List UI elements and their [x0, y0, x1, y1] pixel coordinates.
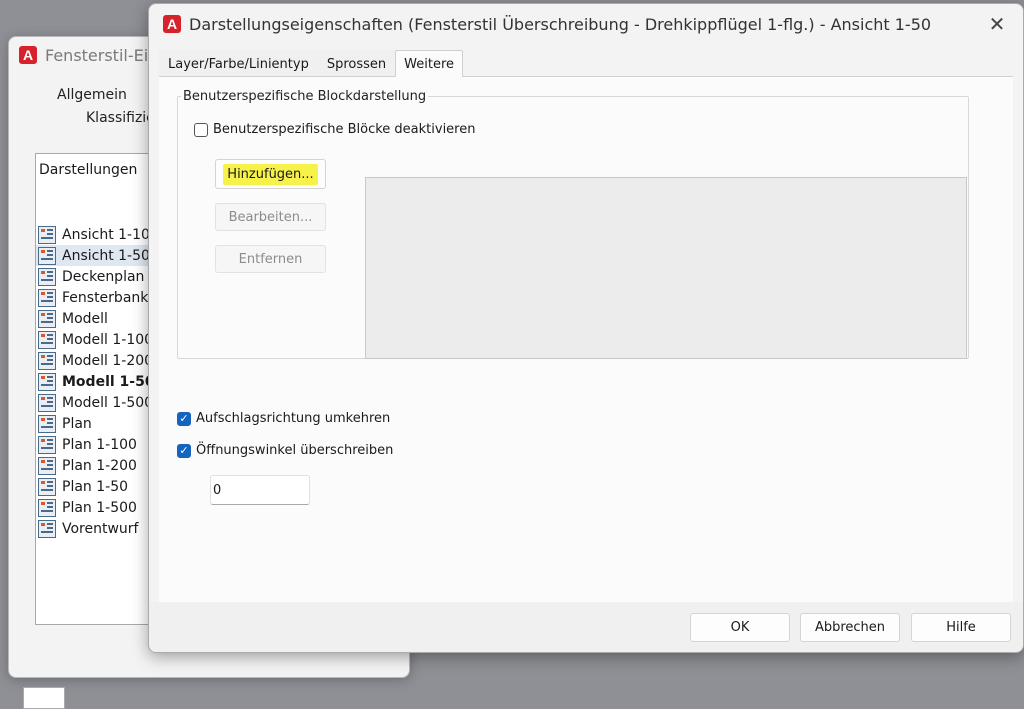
- remove-button[interactable]: Entfernen: [215, 245, 326, 273]
- disable-custom-blocks-label: Benutzerspezifische Blöcke deaktivieren: [213, 122, 476, 137]
- display-rep-icon: [38, 330, 56, 349]
- display-properties-dialog: A Darstellungseigenschaften (Fensterstil…: [148, 3, 1024, 653]
- dialog-titlebar: A Darstellungseigenschaften (Fensterstil…: [163, 12, 931, 36]
- list-item-label: Modell 1-500: [62, 394, 154, 411]
- display-rep-icon: [38, 477, 56, 496]
- list-item-label: Plan 1-50: [62, 478, 129, 495]
- display-rep-icon: [38, 456, 56, 475]
- edit-button[interactable]: Bearbeiten...: [215, 203, 326, 231]
- display-rep-icon: [38, 519, 56, 538]
- display-rep-icon: [38, 267, 56, 286]
- display-rep-icon: [38, 414, 56, 433]
- override-opening-angle-checkbox[interactable]: ✓ Öffnungswinkel überschreiben: [177, 443, 393, 458]
- list-item-label: Modell 1-100: [62, 331, 154, 348]
- background-window-button[interactable]: [23, 687, 65, 709]
- display-rep-icon: [38, 393, 56, 412]
- add-button[interactable]: Hinzufügen...: [215, 159, 326, 189]
- tab-sprossen[interactable]: Sprossen: [317, 50, 396, 77]
- custom-block-group: Benutzerspezifische Blöcke deaktivieren …: [177, 96, 969, 359]
- list-item-label: Ansicht 1-100: [62, 226, 159, 243]
- app-logo-icon: A: [163, 15, 181, 33]
- list-item-label: Fensterbank: [62, 289, 149, 306]
- ok-button[interactable]: OK: [690, 613, 790, 642]
- tab-strip: Layer/Farbe/Linientyp Sprossen Weitere: [159, 50, 464, 77]
- app-logo-icon: A: [19, 46, 37, 64]
- close-icon[interactable]: ✕: [985, 12, 1009, 36]
- display-rep-icon: [38, 372, 56, 391]
- display-rep-icon: [38, 246, 56, 265]
- cancel-button[interactable]: Abbrechen: [800, 613, 900, 642]
- dialog-footer: OK Abbrechen Hilfe: [149, 602, 1023, 652]
- reverse-swing-checkbox[interactable]: ✓ Aufschlagsrichtung umkehren: [177, 411, 390, 426]
- help-button[interactable]: Hilfe: [911, 613, 1011, 642]
- list-item-label: Plan 1-500: [62, 499, 137, 516]
- tab-panel-weitere: Benutzerspezifische Blöcke deaktivieren …: [159, 76, 1013, 603]
- custom-blocks-listbox[interactable]: [365, 177, 967, 359]
- list-item-label: Modell 1-50: [62, 373, 155, 390]
- opening-angle-input[interactable]: [210, 475, 310, 505]
- add-button-label: Hinzufügen...: [223, 163, 318, 185]
- list-item-label: Plan: [62, 415, 92, 432]
- checkbox-box[interactable]: ✓: [177, 411, 191, 426]
- tab-weitere[interactable]: Weitere: [395, 50, 464, 77]
- list-item-label: Plan 1-200: [62, 457, 137, 474]
- tab-layer-color-linetype[interactable]: Layer/Farbe/Linientyp: [159, 50, 318, 77]
- list-header: Darstellungen: [39, 162, 138, 178]
- display-rep-icon: [38, 288, 56, 307]
- display-rep-icon: [38, 351, 56, 370]
- tab-allgemein[interactable]: Allgemein: [57, 87, 127, 103]
- display-rep-icon: [38, 225, 56, 244]
- dialog-title: Darstellungseigenschaften (Fensterstil Ü…: [189, 14, 932, 34]
- display-rep-icon: [38, 498, 56, 517]
- display-rep-icon: [38, 435, 56, 454]
- list-item-label: Modell: [62, 310, 108, 327]
- list-item-label: Ansicht 1-50: [62, 247, 150, 264]
- display-rep-icon: [38, 309, 56, 328]
- reverse-swing-label: Aufschlagsrichtung umkehren: [196, 411, 391, 426]
- list-item-label: Plan 1-100: [62, 436, 137, 453]
- checkbox-box[interactable]: [194, 122, 208, 137]
- list-item-label: Modell 1-200: [62, 352, 154, 369]
- custom-block-group-label: Benutzerspezifische Blockdarstellung: [181, 89, 429, 104]
- override-opening-angle-label: Öffnungswinkel überschreiben: [196, 443, 394, 458]
- list-item-label: Vorentwurf: [62, 520, 139, 537]
- list-item-label: Deckenplan: [62, 268, 145, 285]
- disable-custom-blocks-checkbox[interactable]: Benutzerspezifische Blöcke deaktivieren: [194, 122, 475, 137]
- checkbox-box[interactable]: ✓: [177, 443, 191, 458]
